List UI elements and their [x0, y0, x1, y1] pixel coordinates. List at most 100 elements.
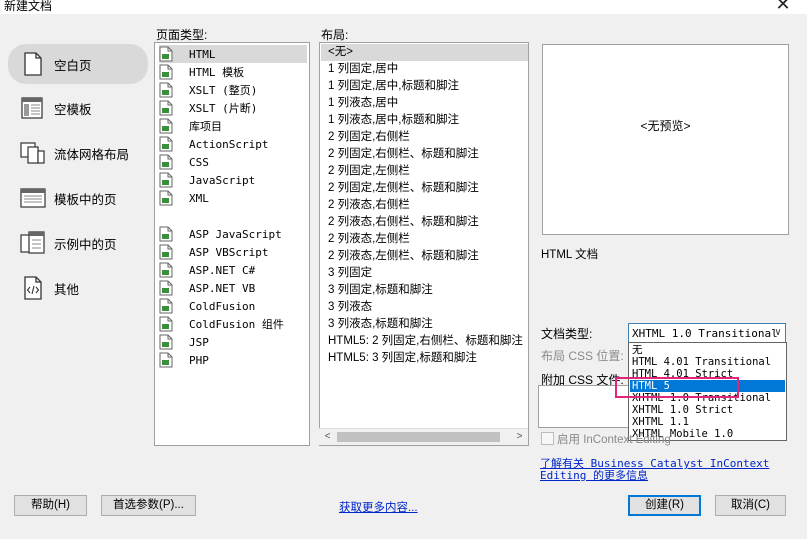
category-blank-page[interactable]: 空白页 — [8, 44, 148, 84]
page-type-item[interactable]: ASP.NET C# — [159, 261, 307, 279]
file-type-icon — [159, 316, 173, 332]
doctype-label: 文档类型: — [541, 327, 593, 341]
fluid-grid-icon — [20, 142, 45, 164]
scroll-left-icon[interactable]: < — [319, 429, 336, 445]
page-type-item[interactable]: PHP — [159, 351, 307, 369]
file-type-icon — [159, 334, 173, 350]
file-type-icon — [159, 352, 173, 368]
scrollbar-thumb[interactable] — [337, 432, 500, 442]
file-type-icon — [159, 190, 173, 206]
page-type-item[interactable]: ASP JavaScript — [159, 225, 307, 243]
layout-item[interactable]: 2 列固定,右侧栏、标题和脚注 — [321, 146, 528, 163]
preferences-button[interactable]: 首选参数(P)... — [101, 495, 196, 516]
layout-item[interactable]: HTML5: 2 列固定,右侧栏、标题和脚注 — [321, 333, 528, 350]
page-type-item[interactable]: XSLT (整页) — [159, 81, 307, 99]
chevron-down-icon[interactable]: ∨ — [775, 324, 781, 342]
page-type-item[interactable]: JSP — [159, 333, 307, 351]
page-type-item[interactable]: ColdFusion 组件 — [159, 315, 307, 333]
category-label: 流体网格布局 — [54, 147, 130, 162]
page-type-item-label: PHP — [189, 353, 209, 367]
file-type-icon — [159, 64, 173, 80]
file-type-icon — [159, 82, 173, 98]
page-type-list[interactable]: HTML HTML 模板 XSLT (整页) XSLT (片断) 库项目 ActionSc… — [154, 42, 310, 446]
category-blank-template[interactable]: 空模板 — [8, 88, 148, 128]
template-page-icon — [20, 188, 46, 208]
help-button[interactable]: 帮助(H) — [14, 495, 87, 516]
layout-item[interactable]: 2 列液态,左侧栏 — [321, 231, 528, 248]
blank-page-icon — [24, 52, 42, 76]
page-type-item[interactable]: HTML — [159, 45, 307, 63]
layout-item[interactable]: 1 列固定,居中 — [321, 61, 528, 78]
layout-item[interactable]: 2 列固定,左侧栏、标题和脚注 — [321, 180, 528, 197]
category-label: 空白页 — [54, 58, 92, 73]
file-type-icon — [159, 226, 173, 242]
page-type-item[interactable]: ColdFusion — [159, 297, 307, 315]
doctype-option[interactable]: XHTML 1.0 Strict — [630, 404, 785, 416]
page-type-item[interactable]: ASP.NET VB — [159, 279, 307, 297]
html5-highlight-annotation — [615, 377, 739, 398]
page-type-item[interactable]: ActionScript — [159, 135, 307, 153]
page-type-item-label: ASP VBScript — [189, 245, 269, 259]
layout-item[interactable]: 2 列液态,右侧栏、标题和脚注 — [321, 214, 528, 231]
preview-description: HTML 文档 — [541, 249, 599, 261]
scroll-right-icon[interactable]: > — [511, 429, 528, 445]
preview-text: <无预览> — [640, 119, 691, 133]
doctype-option[interactable]: HTML 4.01 Transitional — [630, 356, 785, 368]
page-type-item[interactable]: JavaScript — [159, 171, 307, 189]
page-type-item[interactable]: CSS — [159, 153, 307, 171]
preview-pane: <无预览> — [542, 44, 789, 235]
layout-item[interactable]: 1 列液态,居中,标题和脚注 — [321, 112, 528, 129]
layout-item[interactable]: 3 列固定 — [321, 265, 528, 282]
category-label: 模板中的页 — [54, 192, 117, 207]
page-type-item-label: 库项目 — [189, 120, 222, 133]
page-type-item-label: ASP.NET C# — [189, 263, 256, 277]
doctype-select[interactable]: XHTML 1.0 Transitional ∨ — [628, 323, 786, 343]
layout-item[interactable]: 2 列液态,右侧栏 — [321, 197, 528, 214]
layout-item[interactable]: 3 列固定,标题和脚注 — [321, 282, 528, 299]
page-type-item[interactable]: XSLT (片断) — [159, 99, 307, 117]
file-type-icon — [159, 118, 173, 134]
category-template-page[interactable]: 模板中的页 — [8, 178, 148, 218]
page-type-item[interactable]: 库项目 — [159, 117, 307, 135]
page-type-item-label: CSS — [189, 155, 209, 169]
page-type-item-label: JSP — [189, 335, 209, 349]
page-type-item[interactable]: XML — [159, 189, 307, 207]
layout-item[interactable]: 2 列固定,右侧栏 — [321, 129, 528, 146]
learn-more-link-line2[interactable]: Editing 的更多信息 — [540, 467, 648, 483]
layout-item[interactable]: 3 列液态,标题和脚注 — [321, 316, 528, 333]
create-button[interactable]: 创建(R) — [628, 495, 701, 516]
file-type-icon — [159, 262, 173, 278]
layout-item[interactable]: <无> — [321, 44, 528, 61]
category-sample-page[interactable]: 示例中的页 — [8, 223, 148, 263]
layout-item[interactable]: 3 列液态 — [321, 299, 528, 316]
page-type-item[interactable]: HTML 模板 — [159, 63, 307, 81]
category-label: 其他 — [54, 282, 80, 297]
close-button[interactable]: ✕ — [770, 0, 796, 14]
layout-item[interactable]: 2 列液态,左侧栏、标题和脚注 — [321, 248, 528, 265]
title-bar — [0, 0, 807, 14]
incontext-checkbox[interactable] — [541, 432, 554, 445]
layout-item[interactable]: 2 列固定,左侧栏 — [321, 163, 528, 180]
category-other[interactable]: 其他 — [8, 268, 148, 308]
file-type-icon — [159, 280, 173, 296]
file-type-icon — [159, 244, 173, 260]
file-type-icon — [159, 136, 173, 152]
layout-item[interactable]: HTML5: 3 列固定,标题和脚注 — [321, 350, 528, 367]
page-type-item-label: JavaScript — [189, 173, 256, 187]
file-type-icon — [159, 298, 173, 314]
layout-item[interactable]: 1 列固定,居中,标题和脚注 — [321, 78, 528, 95]
page-type-item-label: XSLT (整页) — [189, 84, 258, 97]
incontext-label: 启用 InContext Editing — [557, 434, 671, 446]
cancel-button[interactable]: 取消(C) — [715, 495, 786, 516]
category-label: 示例中的页 — [54, 237, 117, 252]
layout-list[interactable]: <无> 1 列固定,居中 1 列固定,居中,标题和脚注 1 列液态,居中 1 列液态,居… — [319, 42, 529, 446]
page-type-item[interactable]: ASP VBScript — [159, 243, 307, 261]
category-fluid-grid[interactable]: 流体网格布局 — [8, 133, 148, 173]
doctype-option[interactable]: XHTML 1.1 — [630, 416, 785, 428]
layout-horizontal-scrollbar[interactable]: < > — [319, 428, 528, 445]
doctype-option[interactable]: 无 — [630, 344, 785, 356]
layout-item[interactable]: 1 列液态,居中 — [321, 95, 528, 112]
page-type-item-label: XML — [189, 191, 209, 205]
get-more-content-link[interactable]: 获取更多内容... — [339, 499, 418, 515]
page-type-item-label: ActionScript — [189, 137, 269, 151]
